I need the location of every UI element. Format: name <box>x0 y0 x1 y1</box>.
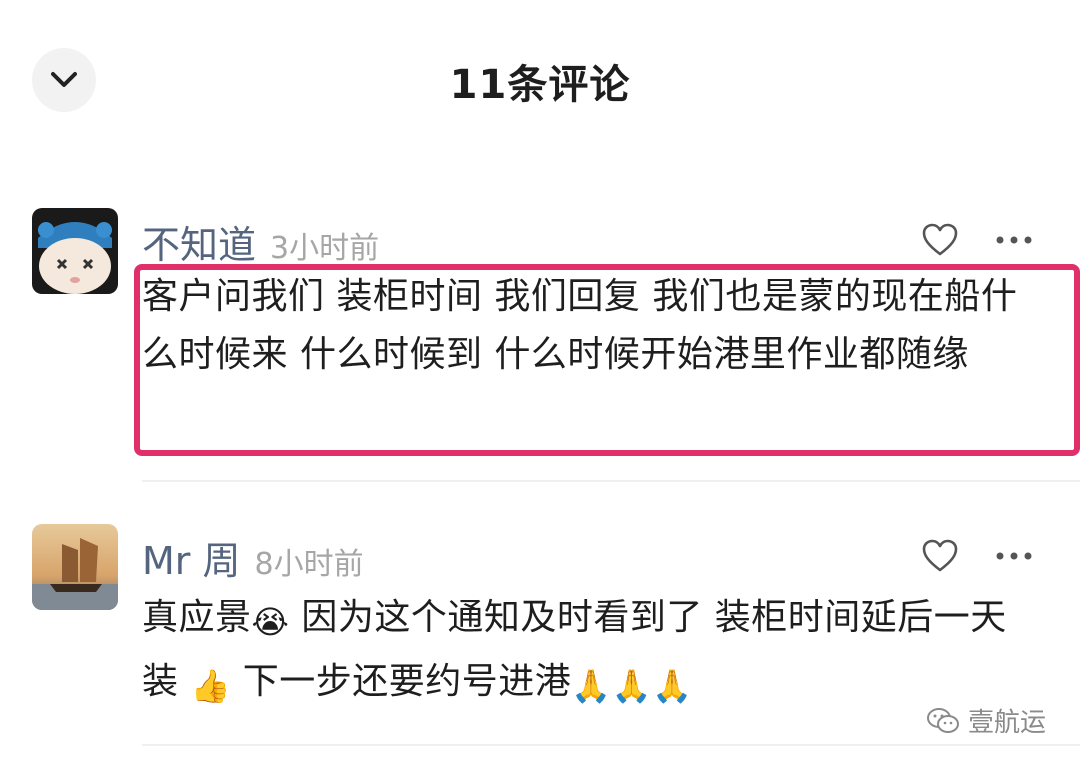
comment-text-part: 真应景 <box>142 597 252 638</box>
divider <box>142 480 1080 482</box>
comment-item: 不知道 3小时前 客户问我们 装柜时间 我们回复 我们也是蒙的现在船什么时候来 … <box>0 204 1080 494</box>
more-dots-icon[interactable] <box>994 230 1034 250</box>
heart-outline-icon[interactable] <box>920 220 960 260</box>
comment-text: 真应景😭 因为这个通知及时看到了 装柜时间延后一天装 👍 下一步还要约号进港🙏🙏… <box>142 588 1042 716</box>
timestamp: 8小时前 <box>254 547 364 582</box>
comment-text-part: 下一步还要约号进港 <box>230 661 572 702</box>
avatar[interactable] <box>32 524 118 610</box>
comment-text: 客户问我们 装柜时间 我们回复 我们也是蒙的现在船什么时候来 什么时候到 什么时… <box>142 276 1018 375</box>
crying-face-emoji: 😭 <box>251 603 290 641</box>
watermark-text: 壹航运 <box>968 708 1047 738</box>
sailing-ship-avatar <box>32 524 118 610</box>
watermark: 壹航运 <box>926 702 1046 739</box>
divider <box>142 744 1080 746</box>
more-dots-icon[interactable] <box>994 546 1034 566</box>
heart-outline-icon[interactable] <box>920 536 960 576</box>
comments-panel: 11条评论 不知道 3小时前 客户问我们 装柜时间 我们回复 我们也是蒙的现在船… <box>0 0 1080 767</box>
username[interactable]: Mr 周 <box>142 530 241 585</box>
avatar[interactable] <box>32 208 118 294</box>
thumbs-up-emoji: 👍 <box>190 667 231 705</box>
wechat-icon <box>927 707 959 733</box>
timestamp: 3小时前 <box>270 231 380 266</box>
praying-hands-emoji: 🙏🙏🙏 <box>571 667 693 705</box>
cartoon-character-avatar <box>32 208 118 294</box>
username[interactable]: 不知道 <box>142 214 256 269</box>
page-title: 11条评论 <box>449 62 631 108</box>
comment-item: Mr 周 8小时前 真应景😭 因为这个通知及时看到了 装柜时间延后一天装 👍 下… <box>0 520 1080 750</box>
